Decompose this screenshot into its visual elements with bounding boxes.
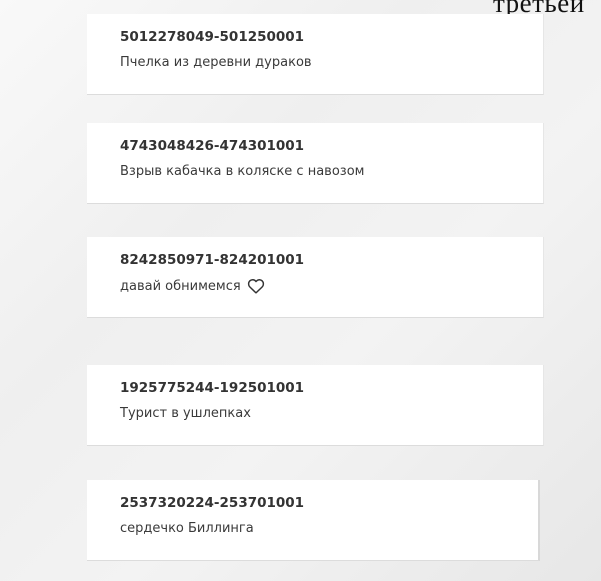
item-name-text: Взрыв кабачка в коляске с навозом	[120, 164, 365, 179]
item-name-text: сердечко Биллинга	[120, 521, 254, 536]
list-item[interactable]: 5012278049-501250001 Пчелка из деревни д…	[87, 14, 544, 95]
item-id: 1925775244-192501001	[120, 380, 305, 396]
item-id: 8242850971-824201001	[120, 252, 305, 268]
heart-outline-icon	[247, 279, 264, 294]
item-id: 4743048426-474301001	[120, 138, 305, 154]
item-name: Пчелка из деревни дураков	[120, 55, 312, 70]
list-item[interactable]: 4743048426-474301001 Взрыв кабачка в кол…	[87, 123, 544, 204]
list-item[interactable]: 2537320224-253701001 сердечко Биллинга	[87, 480, 540, 561]
list-item[interactable]: 1925775244-192501001 Турист в ушлепках	[87, 365, 544, 446]
item-name: Взрыв кабачка в коляске с навозом	[120, 164, 364, 179]
item-name: сердечко Биллинга	[120, 521, 254, 536]
item-name-text: Пчелка из деревни дураков	[120, 55, 312, 70]
item-name-text: Турист в ушлепках	[120, 406, 251, 421]
item-name: давай обнимемся	[120, 278, 265, 294]
item-name-text: давай обнимемся	[120, 278, 241, 294]
item-id: 2537320224-253701001	[120, 495, 305, 511]
item-name: Турист в ушлепках	[120, 406, 251, 421]
list-item[interactable]: 8242850971-824201001 давай обнимемся	[87, 237, 544, 318]
item-id: 5012278049-501250001	[120, 29, 305, 45]
